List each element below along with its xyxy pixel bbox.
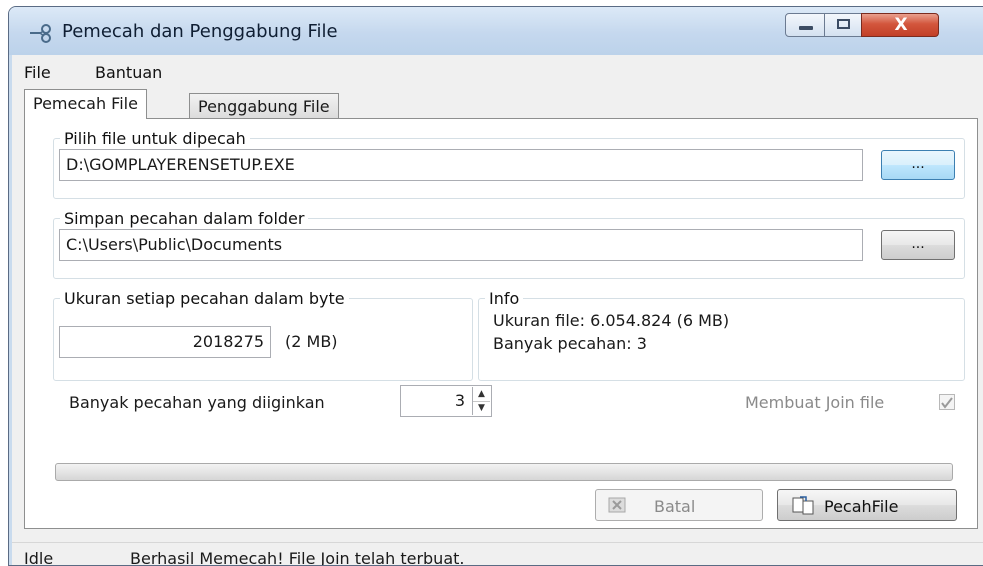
browse-dest-button[interactable]: ... — [881, 230, 955, 260]
status-bar: Idle Berhasil Memecah! File Join telah t… — [12, 542, 983, 566]
tab-penggabung-file[interactable]: Penggabung File — [189, 93, 339, 118]
source-path-field[interactable]: D:\GOMPLAYERENSETUP.EXE — [59, 149, 863, 181]
menu-bantuan[interactable]: Bantuan — [95, 63, 162, 82]
cancel-button[interactable]: Batal — [595, 489, 763, 521]
browse-source-button[interactable]: ... — [881, 150, 955, 180]
spin-up-icon[interactable]: ▲ — [473, 387, 490, 402]
dest-folder-field[interactable]: C:\Users\Public\Documents — [59, 229, 863, 261]
chunk-size-human: (2 MB) — [285, 332, 338, 351]
pieces-value: 3 — [454, 391, 465, 410]
info-group-label: Info — [489, 289, 520, 308]
status-message: Berhasil Memecah! File Join telah terbua… — [130, 549, 465, 566]
split-file-icon — [792, 496, 814, 515]
minimize-icon — [799, 26, 813, 30]
split-file-label: PecahFile — [824, 497, 899, 516]
app-window: Pemecah dan Penggabung File X File Bantu… — [8, 6, 983, 566]
tab-pemecah-file[interactable]: Pemecah File — [24, 89, 147, 119]
menu-file[interactable]: File — [24, 63, 51, 82]
pieces-spinner[interactable]: ▲ ▼ — [472, 387, 490, 415]
progress-bar — [55, 463, 953, 481]
info-piece-count: Banyak pecahan: 3 — [493, 334, 647, 353]
source-file-group-label: Pilih file untuk dipecah — [64, 129, 246, 148]
chunk-size-group-label: Ukuran setiap pecahan dalam byte — [64, 289, 345, 308]
tab-strip: Pemecah File Penggabung File — [12, 89, 983, 119]
minimize-button[interactable] — [785, 13, 825, 37]
window-title: Pemecah dan Penggabung File — [62, 21, 338, 42]
pieces-label: Banyak pecahan yang diiginkan — [69, 393, 325, 412]
chunk-size-field[interactable]: 2018275 — [59, 326, 271, 358]
scissors-icon — [30, 24, 51, 43]
cancel-icon — [608, 497, 626, 513]
checkmark-icon — [941, 397, 953, 409]
title-bar[interactable]: Pemecah dan Penggabung File X — [9, 7, 983, 55]
maximize-button[interactable] — [824, 13, 862, 37]
status-state: Idle — [24, 549, 54, 566]
cancel-label: Batal — [654, 497, 696, 516]
close-icon: X — [894, 15, 908, 35]
dest-folder-group-label: Simpan pecahan dalam folder — [64, 209, 305, 228]
client-area: File Bantuan Pemecah File Penggabung Fil… — [12, 55, 983, 566]
join-file-label: Membuat Join file — [745, 393, 885, 412]
spin-down-icon[interactable]: ▼ — [473, 401, 490, 415]
join-file-checkbox[interactable] — [939, 394, 955, 410]
info-file-size: Ukuran file: 6.054.824 (6 MB) — [493, 311, 730, 330]
close-button[interactable]: X — [861, 13, 939, 37]
split-file-button[interactable]: PecahFile — [777, 489, 957, 521]
menu-bar: File Bantuan — [12, 55, 983, 89]
maximize-icon — [837, 19, 850, 29]
split-panel: Pilih file untuk dipecah D:\GOMPLAYERENS… — [24, 118, 978, 529]
